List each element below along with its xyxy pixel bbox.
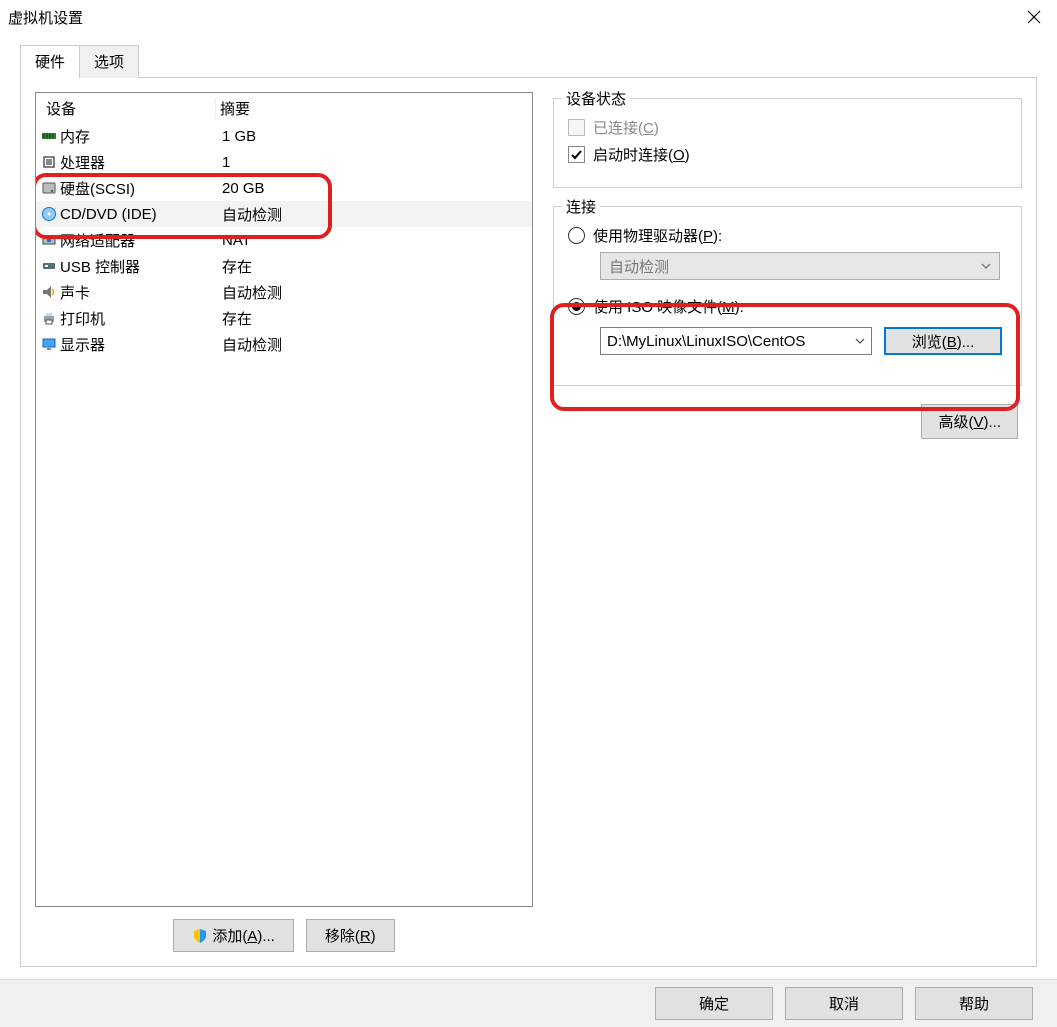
- device-name: 处理器: [60, 152, 218, 173]
- device-name: 显示器: [60, 334, 218, 355]
- remove-button[interactable]: 移除(R): [306, 919, 395, 952]
- device-summary: 自动检测: [218, 334, 532, 355]
- advanced-button[interactable]: 高级(V)...: [921, 404, 1018, 439]
- dialog-footer: 确定 取消 帮助: [0, 979, 1057, 1027]
- device-row-hdd[interactable]: 硬盘(SCSI) 20 GB: [36, 175, 532, 201]
- tab-options[interactable]: 选项: [79, 45, 139, 78]
- connect-at-power-row[interactable]: 启动时连接(O): [568, 144, 1007, 165]
- header-summary: 摘要: [216, 98, 532, 119]
- connection-legend: 连接: [562, 196, 600, 217]
- use-iso-radio-row[interactable]: 使用 ISO 映像文件(M):: [568, 296, 1007, 317]
- device-row-network[interactable]: 网络适配器 NAT: [36, 227, 532, 253]
- iso-path-combo[interactable]: D:\MyLinux\LinuxISO\CentOS: [600, 327, 872, 355]
- physical-drive-dropdown: 自动检测: [600, 252, 1000, 280]
- connection-group: 连接 使用物理驱动器(P): 自动检测 使用 ISO 映像文件(M): D:\M…: [553, 206, 1022, 386]
- device-row-cddvd[interactable]: CD/DVD (IDE) 自动检测: [36, 201, 532, 227]
- connected-checkbox-row: 已连接(C): [568, 117, 1007, 138]
- browse-button[interactable]: 浏览(B)...: [884, 327, 1002, 355]
- ok-button[interactable]: 确定: [655, 987, 773, 1020]
- close-button[interactable]: [1011, 0, 1057, 34]
- memory-icon: [41, 128, 57, 144]
- device-state-legend: 设备状态: [562, 88, 630, 109]
- device-summary: NAT: [218, 232, 532, 249]
- chevron-down-icon: [855, 336, 865, 346]
- device-header: 设备 摘要: [36, 93, 532, 123]
- device-row-memory[interactable]: 内存 1 GB: [36, 123, 532, 149]
- device-name: 网络适配器: [60, 230, 218, 251]
- device-name: 打印机: [60, 308, 218, 329]
- cpu-icon: [41, 154, 57, 170]
- annotation-highlight-iso: [550, 303, 1020, 411]
- device-name: CD/DVD (IDE): [60, 206, 218, 223]
- hdd-icon: [41, 180, 57, 196]
- device-row-cpu[interactable]: 处理器 1: [36, 149, 532, 175]
- device-name: USB 控制器: [60, 256, 218, 277]
- device-list[interactable]: 设备 摘要 内存 1 GB 处理器 1 硬盘(SCSI) 20 GB: [35, 92, 533, 907]
- device-row-usb[interactable]: USB 控制器 存在: [36, 253, 532, 279]
- use-physical-radio[interactable]: [568, 227, 585, 244]
- device-row-display[interactable]: 显示器 自动检测: [36, 331, 532, 357]
- header-device: 设备: [36, 98, 216, 119]
- use-iso-radio[interactable]: [568, 298, 585, 315]
- device-name: 内存: [60, 126, 218, 147]
- device-name: 硬盘(SCSI): [60, 178, 218, 199]
- device-summary: 1: [218, 154, 532, 171]
- device-summary: 20 GB: [218, 180, 532, 197]
- device-summary: 自动检测: [218, 282, 532, 303]
- add-button[interactable]: 添加(A)...: [173, 919, 294, 952]
- dropdown-value: 自动检测: [609, 256, 669, 277]
- titlebar: 虚拟机设置: [0, 0, 1057, 34]
- network-icon: [41, 232, 57, 248]
- shield-icon: [192, 928, 208, 944]
- tab-hardware[interactable]: 硬件: [20, 45, 80, 78]
- device-summary: 自动检测: [218, 204, 532, 225]
- usb-icon: [41, 258, 57, 274]
- printer-icon: [41, 310, 57, 326]
- cd-icon: [41, 206, 57, 222]
- device-summary: 存在: [218, 256, 532, 277]
- use-physical-radio-row[interactable]: 使用物理驱动器(P):: [568, 225, 1007, 246]
- device-row-printer[interactable]: 打印机 存在: [36, 305, 532, 331]
- device-state-group: 设备状态 已连接(C) 启动时连接(O): [553, 98, 1022, 188]
- cancel-button[interactable]: 取消: [785, 987, 903, 1020]
- display-icon: [41, 336, 57, 352]
- device-name: 声卡: [60, 282, 218, 303]
- connect-at-power-checkbox[interactable]: [568, 146, 585, 163]
- chevron-down-icon: [981, 261, 991, 271]
- device-summary: 存在: [218, 308, 532, 329]
- iso-path-value: D:\MyLinux\LinuxISO\CentOS: [607, 333, 805, 350]
- connected-checkbox: [568, 119, 585, 136]
- device-row-sound[interactable]: 声卡 自动检测: [36, 279, 532, 305]
- sound-icon: [41, 284, 57, 300]
- tabs: 硬件 选项: [20, 45, 1037, 78]
- close-icon: [1027, 10, 1041, 24]
- window-title: 虚拟机设置: [8, 7, 83, 28]
- device-summary: 1 GB: [218, 128, 532, 145]
- help-button[interactable]: 帮助: [915, 987, 1033, 1020]
